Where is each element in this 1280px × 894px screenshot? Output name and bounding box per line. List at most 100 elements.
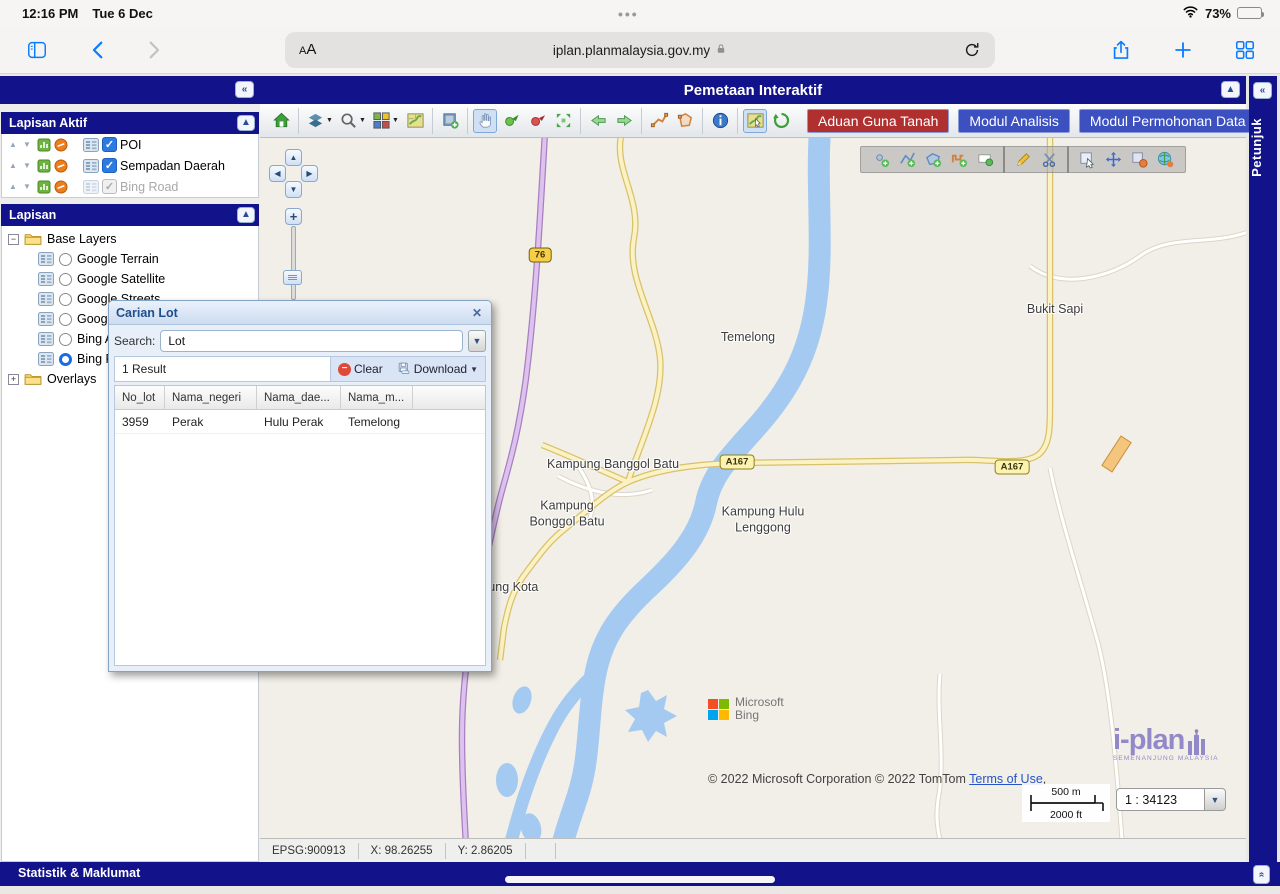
layer-legend-icon[interactable] bbox=[38, 332, 54, 346]
collapse-map-header-button[interactable]: ▲ bbox=[1221, 81, 1240, 98]
table-row[interactable]: 3959 Perak Hulu Perak Temelong bbox=[115, 410, 485, 434]
remove-layer-icon[interactable] bbox=[54, 138, 68, 152]
refresh-button[interactable] bbox=[769, 109, 793, 133]
nav-button-modul-permohonan-data[interactable]: Modul Permohonan Data bbox=[1078, 108, 1257, 133]
layer-stats-icon[interactable] bbox=[37, 159, 51, 173]
base-layer-radio[interactable] bbox=[59, 352, 72, 366]
collapse-panel-button[interactable]: ▲ bbox=[237, 207, 255, 223]
layer-stats-icon[interactable] bbox=[37, 180, 51, 194]
tree-item-google-satellite[interactable]: Google Satellite bbox=[2, 269, 258, 289]
move-up-icon[interactable]: ▲ bbox=[9, 182, 20, 191]
layers-button[interactable]: ▼ bbox=[304, 109, 335, 133]
measure-length-button[interactable] bbox=[647, 109, 671, 133]
layer-legend-icon[interactable] bbox=[38, 352, 54, 366]
map-image-button[interactable] bbox=[403, 109, 427, 133]
delete-shape-button[interactable] bbox=[1126, 148, 1152, 171]
close-icon[interactable]: ✕ bbox=[469, 305, 485, 321]
base-layer-radio[interactable] bbox=[59, 252, 72, 266]
move-up-icon[interactable]: ▲ bbox=[9, 140, 20, 149]
scale-dropdown-button[interactable]: ▼ bbox=[1204, 788, 1226, 811]
move-down-icon[interactable]: ▼ bbox=[23, 140, 34, 149]
layer-checkbox[interactable]: ✓ bbox=[102, 158, 117, 173]
select-map-button[interactable] bbox=[743, 108, 767, 133]
collapse-panel-button[interactable]: ▲ bbox=[237, 115, 255, 131]
dialog-title-bar[interactable]: Carian Lot ✕ bbox=[109, 301, 491, 325]
layer-legend-icon[interactable] bbox=[38, 272, 54, 286]
share-icon[interactable] bbox=[1108, 37, 1134, 63]
layer-legend-icon[interactable] bbox=[38, 292, 54, 306]
base-layer-radio[interactable] bbox=[59, 312, 72, 326]
draw-line-button[interactable] bbox=[894, 148, 920, 171]
remove-layer-icon[interactable] bbox=[54, 159, 68, 173]
forward-icon[interactable] bbox=[140, 37, 166, 63]
zoom-in-button[interactable]: + bbox=[285, 208, 302, 225]
nav-button-modul-analisis[interactable]: Modul Analisis bbox=[958, 108, 1070, 133]
nav-button-aduan-guna-tanah[interactable]: Aduan Guna Tanah bbox=[807, 108, 950, 133]
tabs-icon[interactable] bbox=[1232, 37, 1258, 63]
next-extent-button[interactable] bbox=[612, 109, 636, 133]
collapse-node-icon[interactable]: − bbox=[8, 233, 19, 245]
cut-scissors-button[interactable] bbox=[1036, 148, 1062, 171]
base-layer-radio[interactable] bbox=[59, 292, 72, 306]
layer-legend-icon[interactable] bbox=[38, 252, 54, 266]
pan-right-button[interactable]: ▶ bbox=[301, 165, 318, 182]
column-header[interactable]: Nama_negeri bbox=[165, 386, 257, 409]
move-down-icon[interactable]: ▼ bbox=[23, 161, 34, 170]
prev-extent-button[interactable] bbox=[586, 109, 610, 133]
layer-checkbox[interactable]: ✓ bbox=[102, 137, 117, 152]
scale-value[interactable]: 1 : 34123 bbox=[1116, 788, 1204, 811]
back-icon[interactable] bbox=[86, 37, 112, 63]
tab-petunjuk[interactable]: Petunjuk bbox=[1249, 118, 1277, 177]
layer-legend-icon[interactable] bbox=[83, 137, 99, 152]
home-indicator[interactable] bbox=[505, 876, 775, 883]
expand-right-panel-button[interactable]: « bbox=[1253, 82, 1272, 99]
tree-node-base-layers[interactable]: − Base Layers bbox=[2, 229, 258, 249]
expand-statistics-button[interactable]: « bbox=[1253, 865, 1270, 884]
measure-area-button[interactable] bbox=[673, 109, 697, 133]
column-header[interactable]: No_lot bbox=[115, 386, 165, 409]
address-bar[interactable]: AA iplan.planmalaysia.gov.my bbox=[285, 32, 995, 68]
base-layer-radio[interactable] bbox=[59, 332, 72, 346]
zoom-out-button[interactable] bbox=[525, 109, 549, 133]
layer-checkbox[interactable]: ✓ bbox=[102, 179, 117, 194]
globe-button[interactable] bbox=[1152, 148, 1178, 171]
draw-fence-button[interactable] bbox=[946, 148, 972, 171]
edit-pencil-button[interactable] bbox=[1010, 148, 1036, 171]
move-up-icon[interactable]: ▲ bbox=[9, 161, 20, 170]
draw-point-button[interactable] bbox=[868, 148, 894, 171]
zoom-in-button[interactable] bbox=[499, 109, 523, 133]
reload-icon[interactable] bbox=[959, 37, 985, 63]
zoom-slider-handle[interactable] bbox=[283, 270, 302, 285]
search-dropdown-button[interactable]: ▼ bbox=[468, 330, 486, 352]
column-header[interactable]: Nama_m... bbox=[341, 386, 413, 409]
tree-item-google-terrain[interactable]: Google Terrain bbox=[2, 249, 258, 269]
search-input[interactable]: Lot bbox=[160, 330, 463, 352]
layer-stats-icon[interactable] bbox=[37, 138, 51, 152]
pan-up-button[interactable]: ▲ bbox=[285, 149, 302, 166]
remove-layer-icon[interactable] bbox=[54, 180, 68, 194]
collapse-sidebar-button[interactable]: « bbox=[235, 81, 254, 98]
zoom-slider-track[interactable] bbox=[291, 226, 296, 300]
download-button[interactable]: Download ▼ bbox=[390, 361, 485, 378]
zoom-extent-button[interactable] bbox=[551, 109, 575, 133]
pan-down-button[interactable]: ▼ bbox=[285, 181, 302, 198]
expand-node-icon[interactable]: + bbox=[8, 373, 19, 385]
legend-button[interactable]: ▼ bbox=[370, 109, 401, 133]
draw-polygon-button[interactable] bbox=[920, 148, 946, 171]
pan-left-button[interactable]: ◀ bbox=[269, 165, 286, 182]
select-shape-button[interactable] bbox=[1074, 148, 1100, 171]
layer-legend-icon[interactable] bbox=[83, 158, 99, 173]
layer-legend-icon[interactable] bbox=[38, 312, 54, 326]
base-layer-radio[interactable] bbox=[59, 272, 72, 286]
pan-hand-button[interactable] bbox=[473, 108, 497, 133]
move-down-icon[interactable]: ▼ bbox=[23, 182, 34, 191]
new-tab-icon[interactable] bbox=[1170, 37, 1196, 63]
magnifier-button[interactable]: ▼ bbox=[337, 109, 368, 133]
home-button[interactable] bbox=[269, 109, 293, 133]
clear-button[interactable]: − Clear bbox=[331, 362, 390, 376]
add-layer-button[interactable] bbox=[438, 109, 462, 133]
draw-box-button[interactable] bbox=[972, 148, 998, 171]
layer-legend-icon[interactable] bbox=[83, 179, 99, 194]
sidebar-icon[interactable] bbox=[24, 37, 50, 63]
column-header[interactable]: Nama_dae... bbox=[257, 386, 341, 409]
